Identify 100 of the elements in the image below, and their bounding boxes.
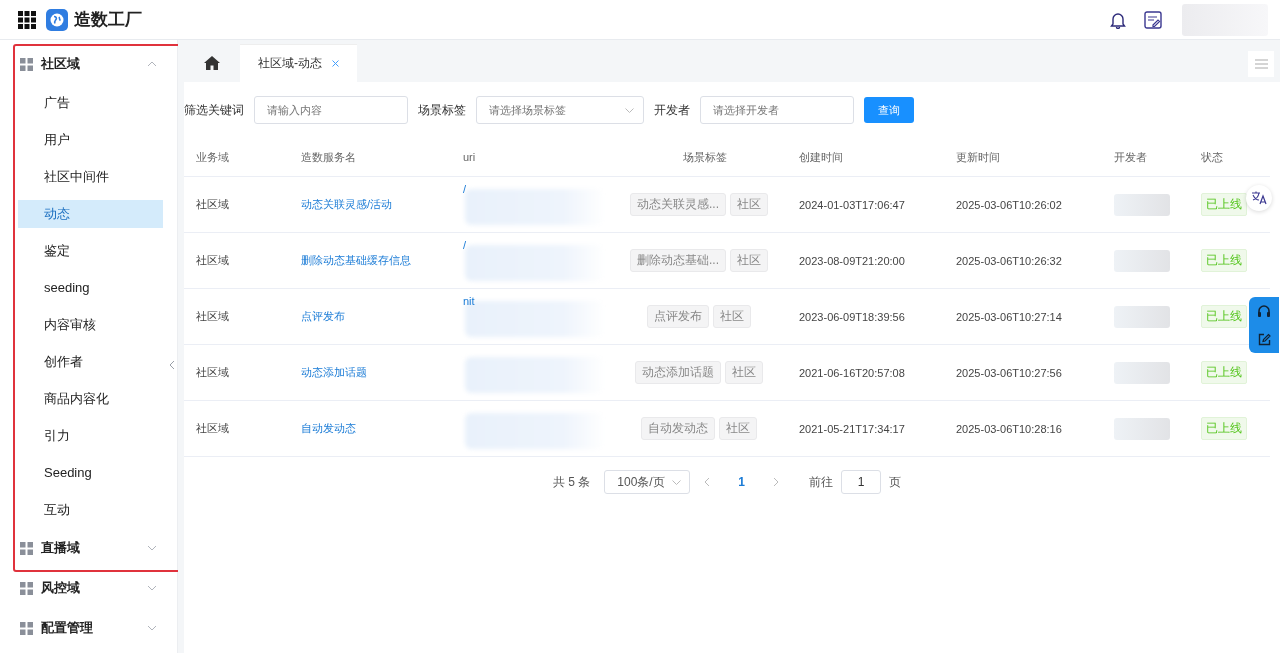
tab[interactable]: 社区域-动态 xyxy=(240,44,357,82)
uri-text: / xyxy=(463,182,467,195)
service-link[interactable]: 动态关联灵感/活动 xyxy=(289,197,451,212)
developer-avatar-blur xyxy=(1114,249,1170,272)
table-cell-text: 2025-03-06T10:26:32 xyxy=(955,254,1063,267)
total-count: 共 5 条 xyxy=(553,473,591,491)
table-cell-text: 社区域 xyxy=(195,253,230,268)
column-header: 开发者 xyxy=(1113,149,1148,165)
chevron-down-icon xyxy=(147,585,157,591)
chevron-down-icon xyxy=(672,479,682,485)
page-input[interactable]: 1 xyxy=(841,470,881,494)
table-cell-text: 2025-03-06T10:26:02 xyxy=(955,198,1063,211)
table-cell-text: 2024-01-03T17:06:47 xyxy=(798,198,906,211)
grid-icon xyxy=(20,541,33,555)
developer-avatar-blur xyxy=(1114,305,1170,328)
column-header: 业务域 xyxy=(195,149,230,165)
uri-text: / xyxy=(463,238,467,251)
sidebar-item[interactable]: seeding xyxy=(18,273,163,302)
service-link[interactable]: 自动发动态 xyxy=(289,421,451,436)
edit-note-icon[interactable] xyxy=(1144,10,1162,29)
scene-tag: 社区 xyxy=(725,361,763,384)
column-header: 场景标签 xyxy=(682,149,728,165)
uri-text: nit xyxy=(463,294,475,307)
column-header: uri xyxy=(462,151,477,163)
table-cell-text: 社区域 xyxy=(195,309,230,324)
chevron-up-icon xyxy=(147,61,157,67)
table-cell-text: 2025-03-06T10:28:16 xyxy=(955,422,1063,435)
collapse-chevron-icon[interactable] xyxy=(169,360,175,370)
edit-icon[interactable] xyxy=(1257,332,1271,346)
table-cell-text: 2023-08-09T21:20:00 xyxy=(798,254,906,267)
page-size-select[interactable]: 100条/页 xyxy=(604,470,691,494)
translate-icon[interactable] xyxy=(1251,191,1267,205)
filter-label: 开发者 xyxy=(654,101,690,119)
grid-icon xyxy=(20,57,33,71)
globe-logo-icon xyxy=(46,8,68,31)
column-header: 造数服务名 xyxy=(300,149,357,165)
page-number[interactable]: 1 xyxy=(724,475,759,489)
sidebar-item[interactable]: 鉴定 xyxy=(18,236,163,265)
app-title: 造数工厂 xyxy=(74,9,142,31)
service-link[interactable]: 点评发布 xyxy=(289,309,451,324)
developer-avatar-blur xyxy=(1114,361,1170,384)
sidebar-item[interactable]: 内容审核 xyxy=(18,310,163,339)
filter-label: 场景标签 xyxy=(418,101,466,119)
status-tag: 已上线 xyxy=(1201,361,1247,384)
sidebar-item[interactable]: 创作者 xyxy=(18,347,163,376)
scene-tag: 动态关联灵感... xyxy=(630,193,726,216)
sidebar-item[interactable]: 社区中间件 xyxy=(18,162,163,191)
column-header: 状态 xyxy=(1200,149,1224,165)
scene-tag: 社区 xyxy=(730,193,768,216)
sidebar-group[interactable]: 直播域 xyxy=(0,528,177,568)
chevron-down-icon xyxy=(147,545,157,551)
table-cell-text: 2025-03-06T10:27:56 xyxy=(955,366,1063,379)
status-tag: 已上线 xyxy=(1201,193,1247,216)
input-field[interactable]: 请选择开发者 xyxy=(700,96,854,124)
chevron-down-icon xyxy=(147,625,157,631)
table-cell-text: 2021-05-21T17:34:17 xyxy=(798,422,906,435)
service-link[interactable]: 删除动态基础缓存信息 xyxy=(289,253,451,268)
scene-tag-select[interactable]: 请选择场景标签 xyxy=(476,96,644,124)
sidebar-group[interactable]: 社区域 xyxy=(0,44,177,84)
table-cell-text: 2021-06-16T20:57:08 xyxy=(798,366,906,379)
sidebar-item[interactable]: 商品内容化 xyxy=(18,384,163,413)
column-header: 更新时间 xyxy=(955,149,1001,165)
apps-grid-icon[interactable] xyxy=(18,10,36,29)
scene-tag: 动态添加话题 xyxy=(635,361,721,384)
sidebar-item[interactable]: 互动 xyxy=(18,495,163,524)
sidebar-item[interactable]: Seeding xyxy=(18,458,163,487)
sidebar-item[interactable]: 引力 xyxy=(18,421,163,450)
sidebar-group[interactable]: 风控域 xyxy=(0,568,177,608)
home-icon[interactable] xyxy=(204,56,220,70)
status-tag: 已上线 xyxy=(1201,249,1247,272)
service-link[interactable]: 动态添加话题 xyxy=(289,365,451,380)
page-suffix: 页 xyxy=(889,473,901,491)
sidebar-item[interactable]: 动态 xyxy=(18,199,163,228)
bell-icon[interactable] xyxy=(1110,10,1126,29)
grid-icon xyxy=(20,581,33,595)
headset-icon[interactable] xyxy=(1257,304,1271,318)
status-tag: 已上线 xyxy=(1201,417,1247,440)
scene-tag: 删除动态基础... xyxy=(630,249,726,272)
scene-tag: 社区 xyxy=(730,249,768,272)
column-header: 创建时间 xyxy=(798,149,844,165)
developer-avatar-blur xyxy=(1114,193,1170,216)
sidebar-item[interactable]: 广告 xyxy=(18,88,163,117)
scene-tag: 点评发布 xyxy=(647,305,709,328)
grid-icon xyxy=(20,621,33,635)
sidebar-item[interactable]: 用户 xyxy=(18,125,163,154)
filter-label: 筛选关键词 xyxy=(184,101,244,119)
goto-label: 前往 xyxy=(809,473,833,491)
scene-tag: 社区 xyxy=(719,417,757,440)
chevron-down-icon xyxy=(625,108,634,113)
sidebar-group[interactable]: 配置管理 xyxy=(0,608,177,648)
table-cell-text: 社区域 xyxy=(195,421,230,436)
status-tag: 已上线 xyxy=(1201,305,1247,328)
scene-tag: 自动发动态 xyxy=(641,417,715,440)
table-cell-text: 2023-06-09T18:39:56 xyxy=(798,310,906,323)
table-cell-text: 2025-03-06T10:27:14 xyxy=(955,310,1063,323)
input-field[interactable]: 请输入内容 xyxy=(254,96,408,124)
scene-tag: 社区 xyxy=(713,305,751,328)
table-cell-text: 社区域 xyxy=(195,197,230,212)
close-icon[interactable] xyxy=(332,60,339,67)
table-cell-text: 社区域 xyxy=(195,365,230,380)
